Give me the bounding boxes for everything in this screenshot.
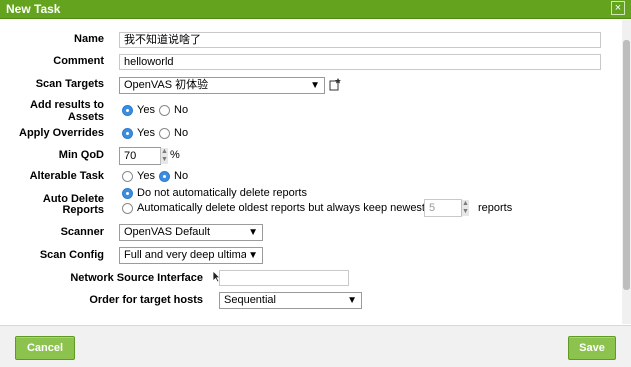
scanner-label: Scanner (60, 226, 104, 238)
chevron-down-icon: ▼ (347, 295, 357, 306)
chevron-down-icon: ▼ (248, 227, 258, 238)
apply-overrides-yes-label: Yes (137, 127, 155, 139)
add-results-no-label: No (174, 104, 189, 116)
scan-config-label: Scan Config (39, 249, 104, 261)
auto-delete-keep-spinner[interactable]: ▲ ▼ (461, 200, 469, 216)
min-qod-label: Min QoD (58, 149, 104, 161)
save-button[interactable]: Save (568, 336, 616, 360)
auto-delete-keep-input[interactable]: 5 (424, 199, 462, 217)
auto-delete-label-line2: Reports (62, 204, 104, 216)
alterable-no-radio[interactable] (159, 171, 170, 182)
apply-overrides-no-label: No (174, 127, 189, 139)
scan-targets-value: OpenVAS 初体验 (124, 79, 209, 91)
form-scrollbar[interactable] (622, 20, 631, 324)
scanner-value: OpenVAS Default (124, 226, 211, 238)
auto-delete-keep-label: Automatically delete oldest reports but … (137, 202, 425, 214)
auto-delete-keep-radio[interactable] (122, 203, 133, 214)
apply-overrides-no-radio[interactable] (159, 128, 170, 139)
scan-config-select[interactable]: Full and very deep ultima ▼ (119, 247, 263, 264)
min-qod-spinner[interactable]: ▲ ▼ (160, 148, 168, 164)
add-results-yes-radio[interactable] (122, 105, 133, 116)
scan-config-value: Full and very deep ultima (124, 249, 247, 261)
chevron-down-icon: ▼ (246, 248, 258, 263)
alterable-task-label: Alterable Task (29, 170, 104, 182)
target-order-value: Sequential (224, 294, 276, 306)
scan-targets-select[interactable]: OpenVAS 初体验 ▼ (119, 77, 325, 94)
new-target-icon[interactable] (329, 78, 341, 91)
auto-delete-never-radio[interactable] (122, 188, 133, 199)
target-order-select[interactable]: Sequential ▼ (219, 292, 362, 309)
min-qod-unit: % (170, 149, 180, 161)
close-icon[interactable]: × (611, 1, 625, 15)
comment-input[interactable]: helloworld (119, 54, 601, 70)
alterable-yes-label: Yes (137, 170, 155, 182)
network-source-input[interactable] (219, 270, 349, 286)
dialog-titlebar: New Task × (0, 0, 631, 19)
cancel-button[interactable]: Cancel (15, 336, 75, 360)
name-label: Name (74, 33, 104, 45)
scrollbar-thumb[interactable] (623, 40, 630, 290)
min-qod-input[interactable]: 70 (119, 147, 161, 165)
scan-targets-label: Scan Targets (35, 78, 104, 90)
comment-label: Comment (53, 55, 104, 67)
dialog-title: New Task (6, 2, 61, 16)
add-results-label-line2: Assets (67, 111, 104, 123)
dialog-footer: Cancel Save (0, 325, 631, 367)
auto-delete-keep-suffix: reports (478, 202, 513, 214)
scanner-select[interactable]: OpenVAS Default ▼ (119, 224, 263, 241)
target-order-label: Order for target hosts (89, 294, 203, 306)
add-results-label-line1: Add results to (30, 99, 104, 111)
add-results-yes-label: Yes (137, 104, 155, 116)
apply-overrides-label: Apply Overrides (19, 127, 104, 139)
network-source-label: Network Source Interface (70, 272, 203, 284)
add-results-no-radio[interactable] (159, 105, 170, 116)
alterable-no-label: No (174, 170, 189, 182)
chevron-down-icon: ▼ (310, 80, 320, 91)
auto-delete-never-label: Do not automatically delete reports (137, 187, 307, 199)
alterable-yes-radio[interactable] (122, 171, 133, 182)
name-input[interactable]: 我不知道说啥了 (119, 32, 601, 48)
task-form: Name 我不知道说啥了 Comment helloworld Scan Tar… (0, 20, 622, 324)
apply-overrides-yes-radio[interactable] (122, 128, 133, 139)
